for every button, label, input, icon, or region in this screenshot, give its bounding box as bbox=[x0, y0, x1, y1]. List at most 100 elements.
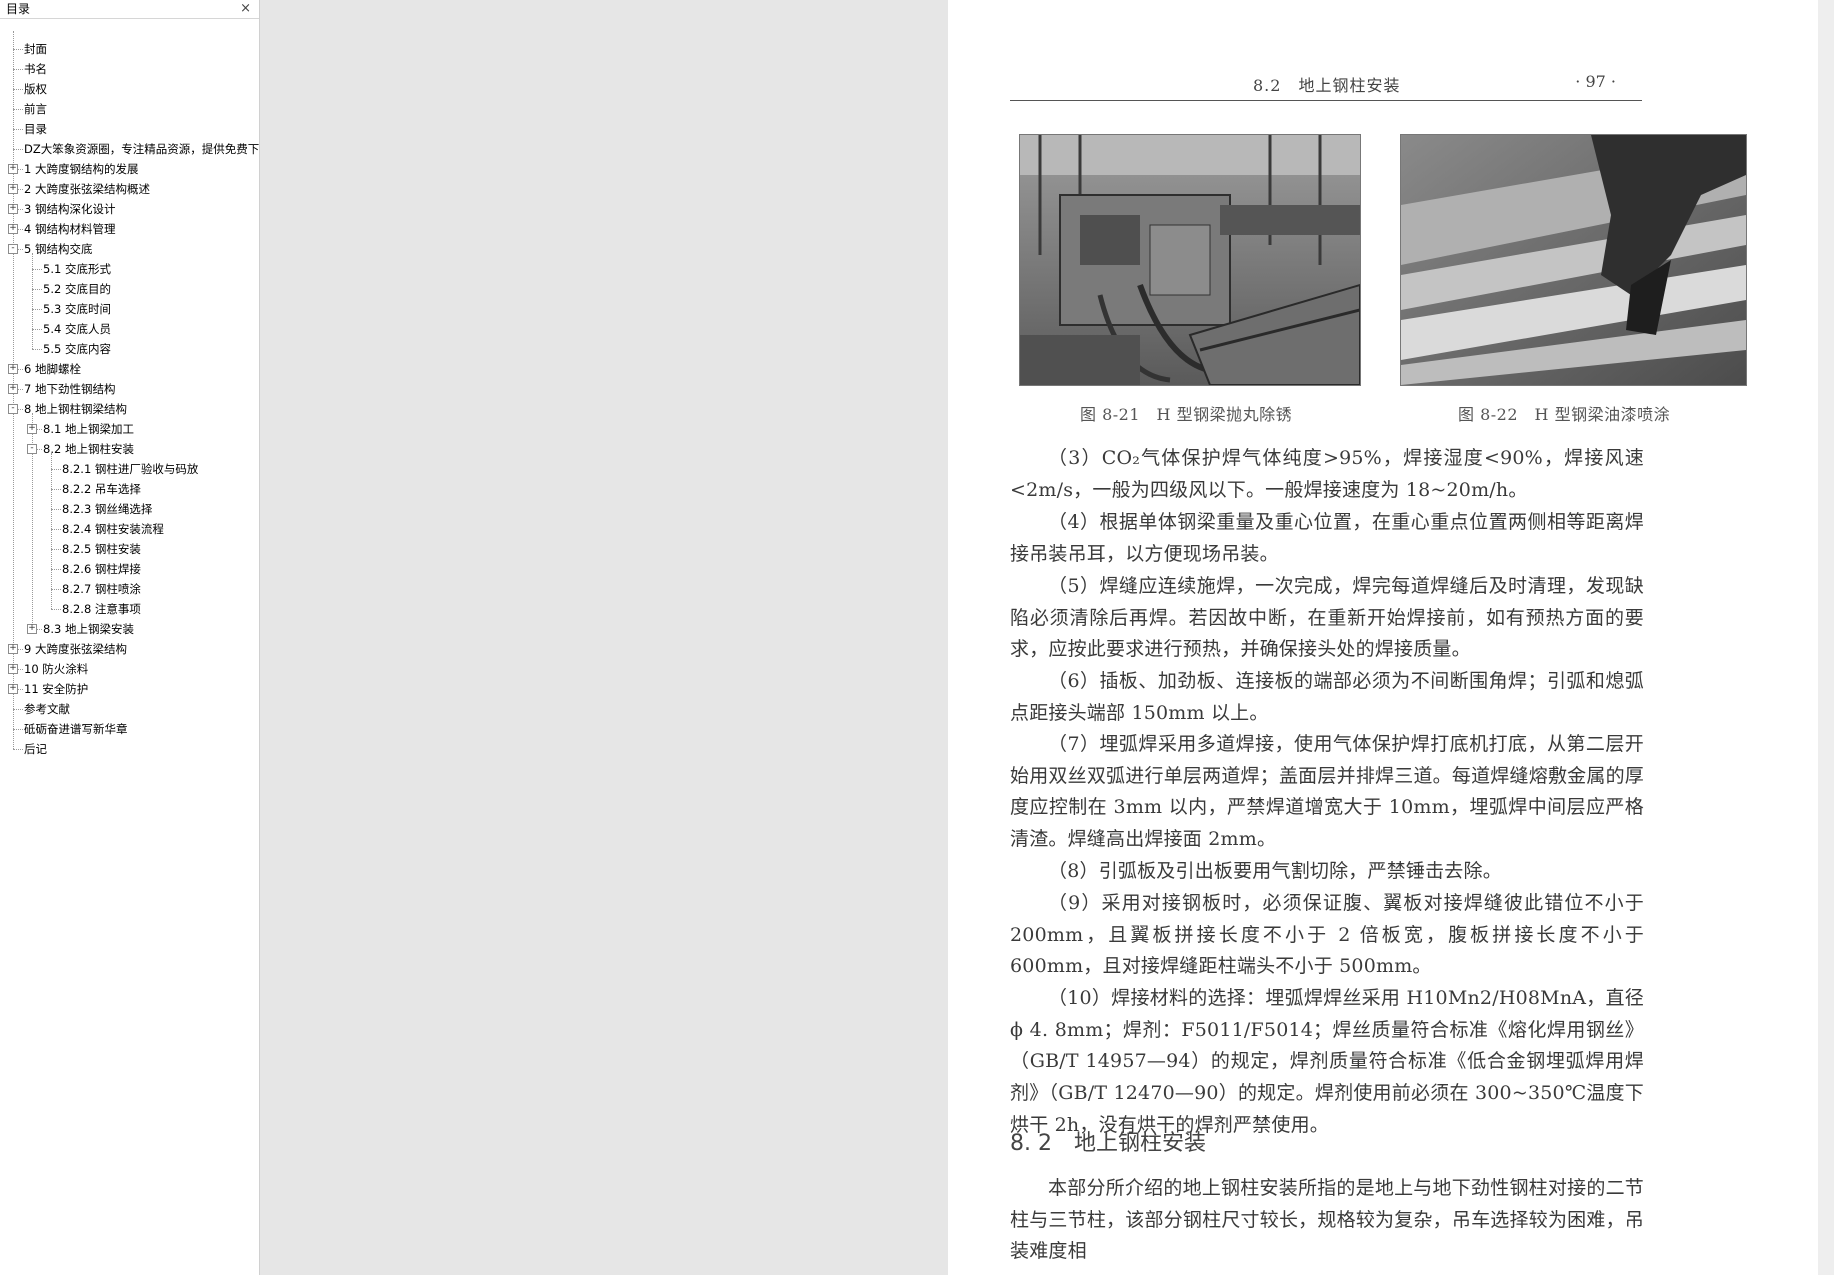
toc-item[interactable]: +7 地下劲性钢结构 bbox=[0, 379, 258, 399]
tree-line bbox=[32, 289, 42, 290]
toc-item[interactable]: 书名 bbox=[0, 59, 258, 79]
toc-item[interactable]: +9 大跨度张弦梁结构 bbox=[0, 639, 258, 659]
toc-item-label: 8.2.6 钢柱焊接 bbox=[62, 562, 141, 576]
tree-line bbox=[32, 349, 42, 350]
toc-item-label: 5.4 交底人员 bbox=[43, 322, 111, 336]
toc-item-label: 6 地脚螺栓 bbox=[24, 362, 81, 376]
toc-item[interactable]: -5 钢结构交底 bbox=[0, 239, 258, 259]
toc-item-label: 9 大跨度张弦梁结构 bbox=[24, 642, 127, 656]
toc-item[interactable]: +10 防火涂料 bbox=[0, 659, 258, 679]
toc-item[interactable]: +4 钢结构材料管理 bbox=[0, 219, 258, 239]
expand-icon[interactable]: + bbox=[27, 424, 37, 434]
toc-item[interactable]: +6 地脚螺栓 bbox=[0, 359, 258, 379]
toc-item[interactable]: 版权 bbox=[0, 79, 258, 99]
toc-item[interactable]: 8.2.2 吊车选择 bbox=[0, 479, 258, 499]
toc-item[interactable]: 8.2.5 钢柱安装 bbox=[0, 539, 258, 559]
toc-item[interactable]: 5.1 交底形式 bbox=[0, 259, 258, 279]
toc-item[interactable]: 封面 bbox=[0, 39, 258, 59]
toc-item[interactable]: 后记 bbox=[0, 739, 258, 759]
toc-item[interactable]: 5.3 交底时间 bbox=[0, 299, 258, 319]
toc-item-label: 3 钢结构深化设计 bbox=[24, 202, 116, 216]
toc-item[interactable]: +3 钢结构深化设计 bbox=[0, 199, 258, 219]
tree-line bbox=[51, 529, 61, 530]
toc-item[interactable]: +8.3 地上钢梁安装 bbox=[0, 619, 258, 639]
expand-icon[interactable]: + bbox=[8, 644, 18, 654]
toc-item[interactable]: 砥砺奋进谱写新华章 bbox=[0, 719, 258, 739]
page-right-margin bbox=[1818, 0, 1834, 1275]
expand-icon[interactable]: + bbox=[8, 384, 18, 394]
collapse-icon[interactable]: - bbox=[8, 404, 18, 414]
expand-icon[interactable]: + bbox=[27, 624, 37, 634]
paragraph-item-10: （10）焊接材料的选择：埋弧焊焊丝采用 H10Mn2/H08MnA，直径 ϕ 4… bbox=[1010, 987, 1644, 1136]
section-heading: 8. 2 地上钢柱安装 bbox=[1010, 1131, 1206, 1156]
tree-line bbox=[13, 129, 23, 130]
running-header: 8.2 地上钢柱安装 · 97 · bbox=[1010, 72, 1642, 101]
page-number: · 97 · bbox=[1575, 72, 1616, 91]
paragraph-item-6: （6）插板、加劲板、连接板的端部必须为不间断围角焊；引弧和熄弧点距接头端部 15… bbox=[1010, 670, 1644, 724]
toc-item[interactable]: 8.2.6 钢柱焊接 bbox=[0, 559, 258, 579]
tree-line bbox=[51, 549, 61, 550]
toc-item-label: 8.3 地上钢梁安装 bbox=[43, 622, 134, 636]
toc-item-label: 8.2.5 钢柱安装 bbox=[62, 542, 141, 556]
toc-item-label: 5.3 交底时间 bbox=[43, 302, 111, 316]
toc-item[interactable]: 5.2 交底目的 bbox=[0, 279, 258, 299]
collapse-icon[interactable]: - bbox=[27, 444, 37, 454]
collapse-icon[interactable]: - bbox=[8, 244, 18, 254]
paragraph-item-3: （3）CO₂气体保护焊气体纯度>95%，焊接湿度<90%，焊接风速<2m/s，一… bbox=[1010, 447, 1644, 501]
toc-panel: 目录 × 封面 书名 版权 前言 目录 DZ大笨象资源圈，专注精品资源，提供免费下 +1 大… bbox=[0, 0, 260, 1275]
toc-item[interactable]: 8.2.8 注意事项 bbox=[0, 599, 258, 619]
tree-line bbox=[51, 569, 61, 570]
tree-line bbox=[32, 309, 42, 310]
toc-item-label: 10 防火涂料 bbox=[24, 662, 89, 676]
tree-line bbox=[32, 329, 42, 330]
toc-item[interactable]: +11 安全防护 bbox=[0, 679, 258, 699]
close-icon[interactable]: × bbox=[240, 0, 251, 18]
expand-icon[interactable]: + bbox=[8, 204, 18, 214]
toc-item-label: 5.5 交底内容 bbox=[43, 342, 111, 356]
figure-photo-shot-blasting bbox=[1019, 134, 1361, 386]
toc-item-label: 8.1 地上钢梁加工 bbox=[43, 422, 134, 436]
toc-item[interactable]: -8.2 地上钢柱安装 bbox=[0, 439, 258, 459]
toc-title: 目录 bbox=[6, 2, 31, 16]
tree-line bbox=[13, 729, 23, 730]
toc-item-label: 7 地下劲性钢结构 bbox=[24, 382, 116, 396]
toc-item-label: 8.2 地上钢柱安装 bbox=[43, 442, 134, 456]
expand-icon[interactable]: + bbox=[8, 164, 18, 174]
expand-icon[interactable]: + bbox=[8, 224, 18, 234]
toc-item-label: 8.2.3 钢丝绳选择 bbox=[62, 502, 153, 516]
toc-item[interactable]: 5.4 交底人员 bbox=[0, 319, 258, 339]
tree-line bbox=[32, 269, 42, 270]
paragraph-item-7: （7）埋弧焊采用多道焊接，使用气体保护焊打底机打底，从第二层开始用双丝双弧进行单… bbox=[1010, 733, 1644, 851]
toc-item[interactable]: 5.5 交底内容 bbox=[0, 339, 258, 359]
toc-item[interactable]: -8 地上钢柱钢梁结构 bbox=[0, 399, 258, 419]
toc-item[interactable]: +8.1 地上钢梁加工 bbox=[0, 419, 258, 439]
toc-item-label: 书名 bbox=[24, 62, 47, 76]
toc-item-label: 后记 bbox=[24, 742, 47, 756]
figure-photo-painting bbox=[1400, 134, 1747, 386]
toc-item[interactable]: 目录 bbox=[0, 119, 258, 139]
toc-item-label: 前言 bbox=[24, 102, 47, 116]
toc-item[interactable]: 8.2.4 钢柱安装流程 bbox=[0, 519, 258, 539]
toc-item[interactable]: 8.2.1 钢柱进厂验收与码放 bbox=[0, 459, 258, 479]
paragraph-item-5: （5）焊缝应连续施焊，一次完成，焊完每道焊缝后及时清理，发现缺陷必须清除后再焊。… bbox=[1010, 575, 1644, 661]
tree-line bbox=[13, 109, 23, 110]
toc-item[interactable]: DZ大笨象资源圈，专注精品资源，提供免费下 bbox=[0, 139, 259, 159]
toc-item[interactable]: 参考文献 bbox=[0, 699, 258, 719]
toc-item-label: 参考文献 bbox=[24, 702, 70, 716]
expand-icon[interactable]: + bbox=[8, 684, 18, 694]
toc-item[interactable]: 前言 bbox=[0, 99, 258, 119]
toc-item[interactable]: +2 大跨度张弦梁结构概述 bbox=[0, 179, 258, 199]
toc-item[interactable]: +1 大跨度钢结构的发展 bbox=[0, 159, 258, 179]
document-page: 8.2 地上钢柱安装 · 97 · 图 8-21 H 型钢梁抛丸除锈 图 8-2… bbox=[948, 0, 1818, 1275]
figure-caption-8-21: 图 8-21 H 型钢梁抛丸除锈 bbox=[1080, 405, 1293, 424]
tree-line bbox=[13, 49, 23, 50]
tree-line bbox=[51, 589, 61, 590]
expand-icon[interactable]: + bbox=[8, 364, 18, 374]
tree-line bbox=[51, 489, 61, 490]
toc-item[interactable]: 8.2.3 钢丝绳选择 bbox=[0, 499, 258, 519]
expand-icon[interactable]: + bbox=[8, 184, 18, 194]
document-viewport[interactable]: 8.2 地上钢柱安装 · 97 · 图 8-21 H 型钢梁抛丸除锈 图 8-2… bbox=[260, 0, 1834, 1275]
expand-icon[interactable]: + bbox=[8, 664, 18, 674]
toc-item[interactable]: 8.2.7 钢柱喷涂 bbox=[0, 579, 258, 599]
toc-item-label: 8.2.1 钢柱进厂验收与码放 bbox=[62, 462, 199, 476]
